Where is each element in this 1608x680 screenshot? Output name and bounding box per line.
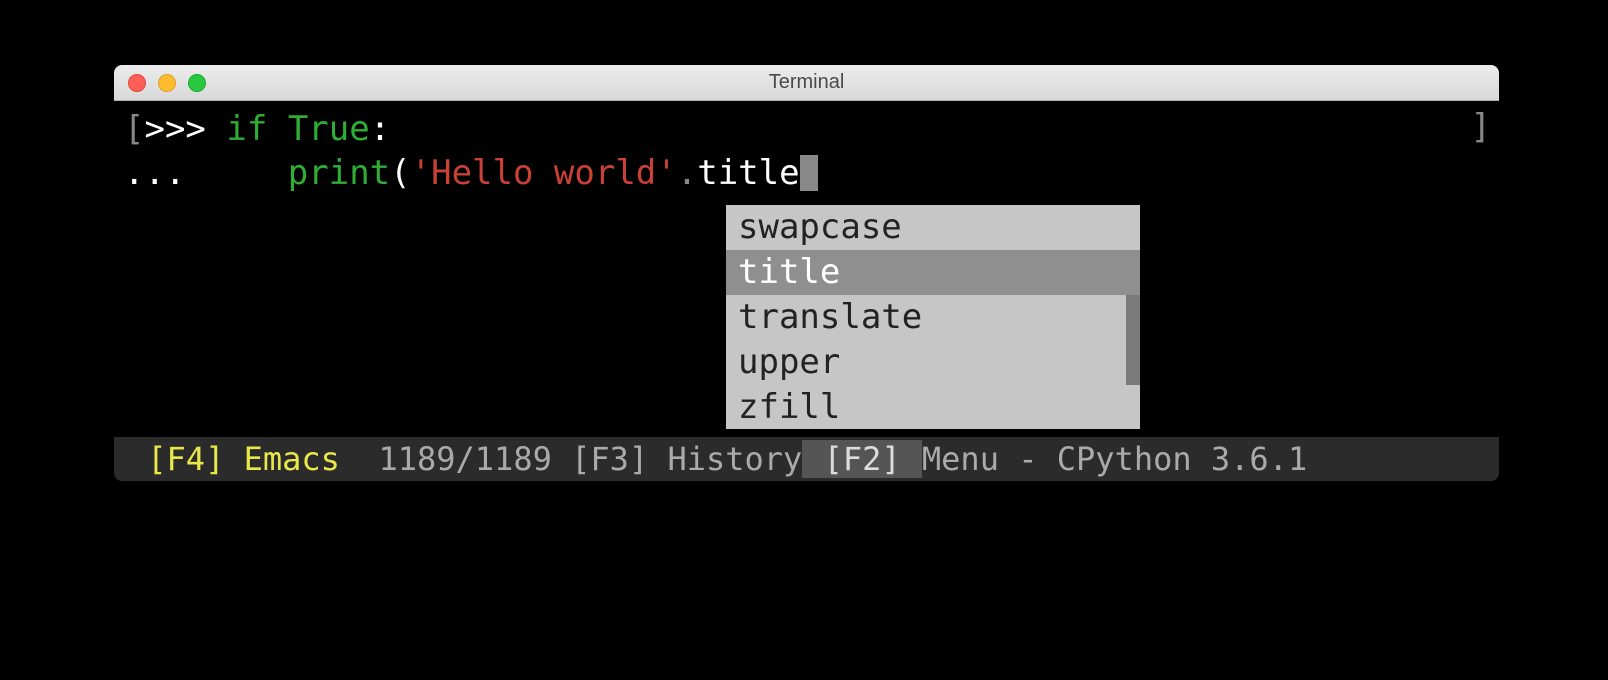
code-line-1: [>>> if True:	[124, 107, 1489, 151]
completion-item[interactable]: upper	[726, 340, 1140, 385]
prompt-primary: >>>	[144, 109, 226, 149]
titlebar: Terminal	[114, 65, 1499, 101]
completion-item[interactable]: title	[726, 250, 1140, 295]
f4-key[interactable]: [F4]	[128, 440, 244, 478]
terminal-body[interactable]: ] [>>> if True: ... print('Hello world'.…	[114, 101, 1499, 481]
paren-open: (	[390, 153, 410, 193]
f4-label[interactable]: Emacs	[244, 440, 340, 478]
keyword-if: if	[226, 109, 267, 149]
cursor-icon	[800, 155, 818, 191]
scrollbar-thumb[interactable]	[1126, 295, 1140, 385]
prompt-continuation: ...	[124, 153, 206, 193]
f2-label[interactable]: Menu	[922, 440, 999, 478]
f3-label[interactable]: History	[667, 440, 802, 478]
history-counter: 1189/1189	[378, 440, 551, 478]
dot-operator: .	[677, 153, 697, 193]
completion-item[interactable]: translate	[726, 295, 1140, 340]
code-line-2: ... print('Hello world'.title	[124, 151, 1489, 195]
right-bracket: ]	[1471, 107, 1491, 147]
status-bar: [F4] Emacs 1189/1189 [F3] History [F2] M…	[114, 437, 1499, 481]
terminal-window: Terminal ] [>>> if True: ... print('Hell…	[114, 65, 1499, 481]
traffic-lights	[114, 74, 206, 92]
method-name: title	[697, 153, 799, 193]
colon: :	[370, 109, 390, 149]
close-icon[interactable]	[128, 74, 146, 92]
window-title: Terminal	[114, 71, 1499, 94]
f2-key[interactable]: [F2]	[802, 440, 922, 478]
completion-item[interactable]: zfill	[726, 385, 1140, 430]
maximize-icon[interactable]	[188, 74, 206, 92]
interpreter-label: - CPython 3.6.1	[999, 440, 1327, 478]
indent	[206, 153, 288, 193]
completion-item[interactable]: swapcase	[726, 205, 1140, 250]
function-print: print	[288, 153, 390, 193]
minimize-icon[interactable]	[158, 74, 176, 92]
completion-popup[interactable]: swapcasetitletranslateupperzfill	[726, 205, 1140, 429]
f3-key[interactable]: [F3]	[552, 440, 668, 478]
string-literal: 'Hello world'	[411, 153, 677, 193]
constant-true: True	[288, 109, 370, 149]
